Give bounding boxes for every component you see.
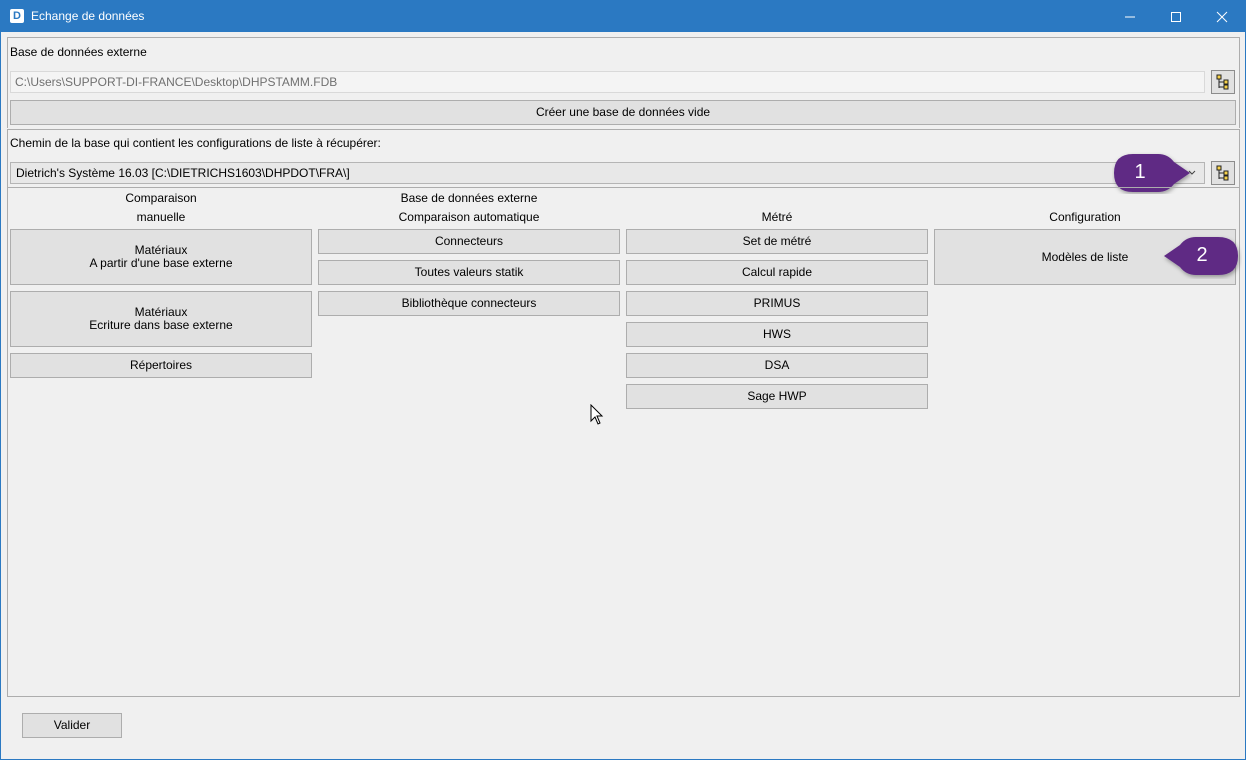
config-db-selected: Dietrich's Système 16.03 [C:\DIETRICHS16… [16,166,350,180]
maximize-button[interactable] [1153,1,1199,32]
minimize-button[interactable] [1107,1,1153,32]
calcul-rapide-button[interactable]: Calcul rapide [626,260,928,285]
callout-2-number: 2 [1196,244,1208,266]
button-label: Toutes valeurs statik [414,265,524,279]
button-line1: Matériaux [134,243,188,257]
button-label: Répertoires [129,358,193,372]
materiaux-export-button[interactable]: Matériaux Ecriture dans base externe [10,291,312,347]
minimize-icon [1125,16,1135,18]
app-icon: D [10,9,24,23]
button-label: PRIMUS [753,296,801,310]
button-line1: Matériaux [134,305,188,319]
external-db-path-field[interactable]: C:\Users\SUPPORT-DI-FRANCE\Desktop\DHPST… [10,71,1205,93]
button-label: Valider [53,718,91,732]
create-empty-db-button[interactable]: Créer une base de données vide [10,100,1236,125]
tree-browse-icon [1216,165,1229,181]
close-button[interactable] [1199,1,1245,32]
button-line2: A partir d'une base externe [89,256,233,270]
button-label: Connecteurs [434,234,504,248]
config-db-label: Chemin de la base qui contient les confi… [10,136,381,150]
bibliotheque-connecteurs-button[interactable]: Bibliothèque connecteurs [318,291,620,316]
button-label: Calcul rapide [741,265,813,279]
auto-header-line1: Base de données externe [400,191,538,205]
primus-button[interactable]: PRIMUS [626,291,928,316]
button-label: Modèles de liste [1041,249,1129,264]
external-db-label: Base de données externe [10,45,147,59]
maximize-icon [1171,12,1181,22]
hws-button[interactable]: HWS [626,322,928,347]
sage-hwp-button[interactable]: Sage HWP [626,384,928,409]
repertoires-button[interactable]: Répertoires [10,353,312,378]
button-label: Set de métré [742,234,812,248]
valider-button[interactable]: Valider [22,713,122,738]
close-icon [1216,11,1228,23]
callout-1-number: 1 [1134,161,1146,183]
window-title: Echange de données [31,9,145,23]
toutes-valeurs-statik-button[interactable]: Toutes valeurs statik [318,260,620,285]
button-label: HWS [763,327,791,341]
create-empty-db-label: Créer une base de données vide [535,105,711,119]
mouse-cursor-icon [590,404,604,425]
button-label: Sage HWP [747,389,807,403]
button-label: Bibliothèque connecteurs [401,296,537,310]
title-bar[interactable]: D Echange de données [1,1,1245,32]
config-db-browse-button[interactable] [1211,161,1235,185]
button-line2: Ecriture dans base externe [89,318,233,332]
materiaux-import-button[interactable]: Matériaux A partir d'une base externe [10,229,312,285]
metre-header: Métré [761,210,793,224]
button-label: DSA [764,358,790,372]
tree-browse-icon [1216,74,1229,90]
manual-header-line1: Comparaison [125,191,197,205]
config-header: Configuration [1049,210,1121,224]
auto-header-line2: Comparaison automatique [398,210,540,224]
external-db-browse-button[interactable] [1211,70,1235,94]
manual-header-line2: manuelle [136,210,186,224]
connecteurs-button[interactable]: Connecteurs [318,229,620,254]
callout-2: 2 [1160,235,1242,279]
dsa-button[interactable]: DSA [626,353,928,378]
set-de-metre-button[interactable]: Set de métré [626,229,928,254]
config-db-dropdown[interactable]: Dietrich's Système 16.03 [C:\DIETRICHS16… [10,162,1205,184]
